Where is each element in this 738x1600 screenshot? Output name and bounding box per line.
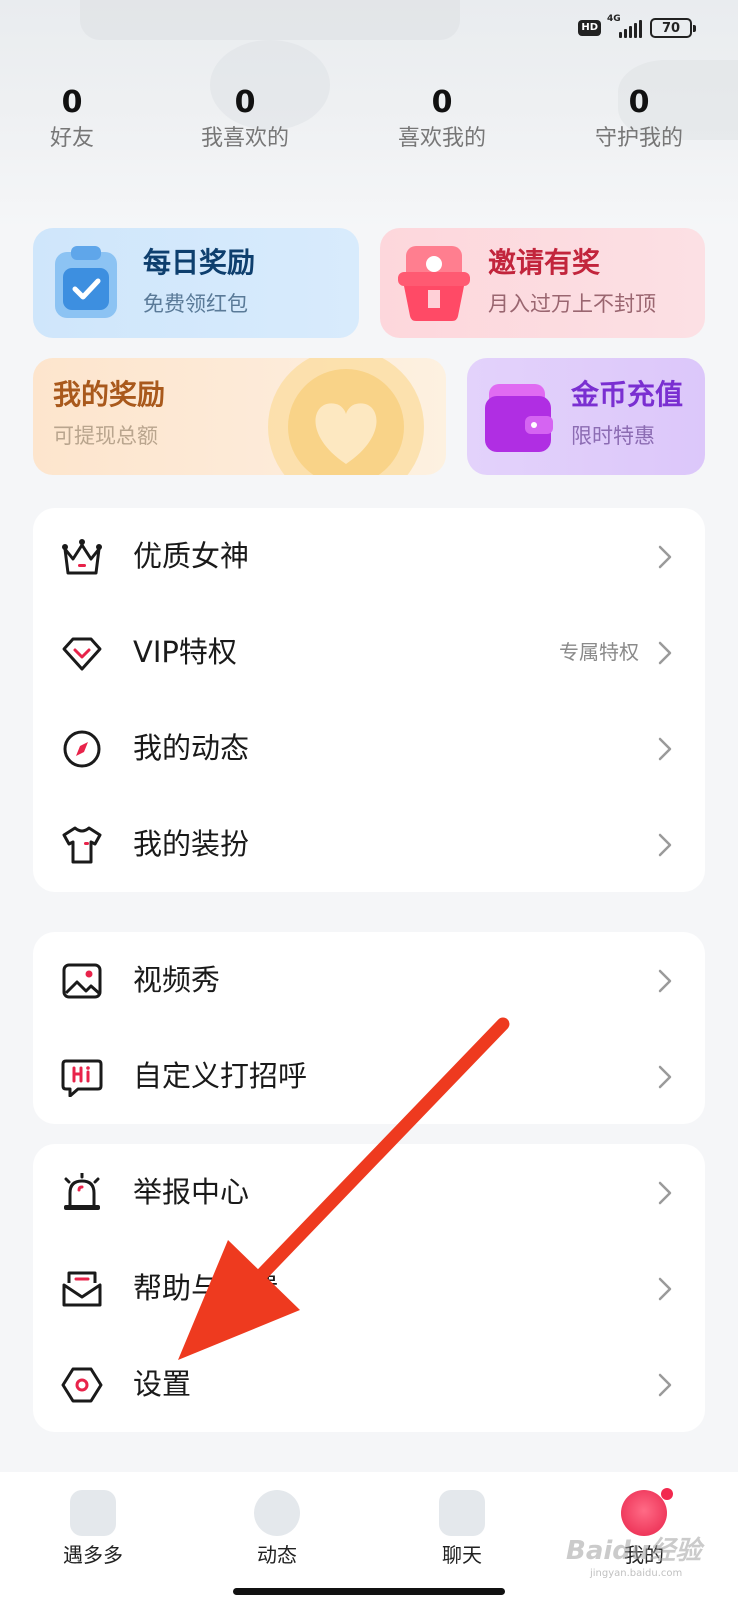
home-indicator (233, 1588, 505, 1595)
card-title: 金币充值 (571, 378, 684, 411)
menu-item-help-feedback[interactable]: 帮助与反馈 (33, 1240, 705, 1336)
tab-label: 动态 (257, 1543, 297, 1567)
card-title: 我的奖励 (53, 378, 166, 411)
home-tab-icon (70, 1490, 116, 1536)
menu-item-label: 优质女神 (133, 539, 250, 573)
menu-item-label: 设置 (133, 1367, 192, 1401)
stat-label: 我喜欢的 (200, 126, 289, 151)
chevron-right-icon (658, 833, 672, 857)
menu-item-video-show[interactable]: 视频秀 (33, 932, 705, 1028)
coin-recharge-card[interactable]: 金币充值 限时特惠 (467, 358, 705, 475)
menu-item-label: 举报中心 (133, 1175, 250, 1209)
status-bar: HD 4G 70 (578, 14, 696, 38)
menu-item-settings[interactable]: 设置 (33, 1336, 705, 1432)
invite-reward-card[interactable]: 邀请有奖 月入过万上不封顶 (380, 228, 705, 338)
battery-level: 70 (661, 20, 681, 36)
gift-box-icon (398, 246, 470, 321)
chevron-right-icon (658, 737, 672, 761)
diamond-icon (62, 637, 102, 671)
stat-value: 0 (234, 85, 256, 120)
daily-reward-card[interactable]: 每日奖励 免费领红包 (33, 228, 359, 338)
network-type: 4G (607, 14, 621, 24)
settings-icon (61, 1367, 103, 1403)
watermark-url: jingyan.baidu.com (590, 1568, 683, 1579)
menu-item-label: 帮助与反馈 (133, 1271, 279, 1305)
chevron-right-icon (658, 1181, 672, 1205)
menu-item-report-center[interactable]: 举报中心 (33, 1144, 705, 1240)
stat-value: 0 (628, 85, 650, 120)
stat-value: 0 (431, 85, 453, 120)
wallet-icon (485, 384, 553, 452)
clipboard-check-icon (55, 246, 117, 318)
menu-group-features: 优质女神 VIP特权 专属特权 我的动态 我的装扮 (33, 508, 705, 892)
notification-dot (661, 1488, 673, 1500)
menu-item-custom-greeting[interactable]: 自定义打招呼 (33, 1028, 705, 1124)
compass-icon (63, 730, 101, 768)
chevron-right-icon (658, 1277, 672, 1301)
chevron-right-icon (658, 545, 672, 569)
card-title: 邀请有奖 (488, 246, 601, 279)
hi-icon (61, 1059, 103, 1097)
stats-row: 0 好友 0 我喜欢的 0 喜欢我的 0 守护我的 (0, 86, 738, 166)
menu-item-goddess[interactable]: 优质女神 (33, 508, 705, 604)
stat-label: 喜欢我的 (397, 126, 486, 151)
stat-value: 0 (61, 85, 83, 120)
stat-friends[interactable]: 0 好友 (0, 86, 147, 154)
stat-i-like[interactable]: 0 我喜欢的 (170, 86, 320, 154)
tab-moments[interactable]: 动态 (217, 1490, 337, 1568)
signal-icon: 4G (607, 14, 642, 38)
hd-badge: HD (578, 20, 601, 36)
menu-item-label: 我的动态 (133, 731, 250, 765)
tab-chat[interactable]: 聊天 (402, 1490, 522, 1568)
my-reward-card[interactable]: 我的奖励 可提现总额 (33, 358, 446, 475)
stat-label: 好友 (49, 126, 94, 151)
chevron-right-icon (658, 1065, 672, 1089)
stat-likes-me[interactable]: 0 喜欢我的 (367, 86, 517, 154)
card-subtitle: 限时特惠 (571, 424, 655, 448)
crown-icon (62, 539, 102, 575)
menu-group-support: 举报中心 帮助与反馈 设置 (33, 1144, 705, 1432)
chevron-right-icon (658, 1373, 672, 1397)
stat-label: 守护我的 (594, 126, 683, 151)
menu-item-label: 我的装扮 (133, 827, 250, 861)
compass-tab-icon (254, 1490, 300, 1536)
chat-tab-icon (439, 1490, 485, 1536)
menu-item-label: 视频秀 (133, 963, 221, 997)
menu-item-label: VIP特权 (133, 635, 237, 669)
card-subtitle: 免费领红包 (143, 292, 248, 316)
card-subtitle: 可提现总额 (53, 424, 158, 448)
menu-item-label: 自定义打招呼 (133, 1059, 308, 1093)
alarm-icon (64, 1173, 100, 1210)
watermark: Baidu经验 (566, 1536, 702, 1566)
menu-item-vip[interactable]: VIP特权 专属特权 (33, 604, 705, 700)
card-title: 每日奖励 (143, 246, 256, 279)
chevron-right-icon (658, 641, 672, 665)
tab-label: 遇多多 (63, 1543, 123, 1567)
stat-guarding-me[interactable]: 0 守护我的 (564, 86, 714, 154)
heart-coin-icon (268, 358, 424, 475)
menu-item-my-moments[interactable]: 我的动态 (33, 700, 705, 796)
vip-hint: 专属特权 (559, 640, 639, 664)
image-icon (62, 963, 102, 999)
battery-icon: 70 (650, 18, 696, 38)
card-subtitle: 月入过万上不封顶 (488, 292, 656, 316)
menu-item-my-outfit[interactable]: 我的装扮 (33, 796, 705, 892)
tshirt-icon (62, 826, 102, 864)
chevron-right-icon (658, 969, 672, 993)
mail-icon (62, 1271, 102, 1307)
menu-group-profile: 视频秀 自定义打招呼 (33, 932, 705, 1124)
tab-label: 聊天 (442, 1543, 482, 1567)
tab-home[interactable]: 遇多多 (33, 1490, 153, 1568)
